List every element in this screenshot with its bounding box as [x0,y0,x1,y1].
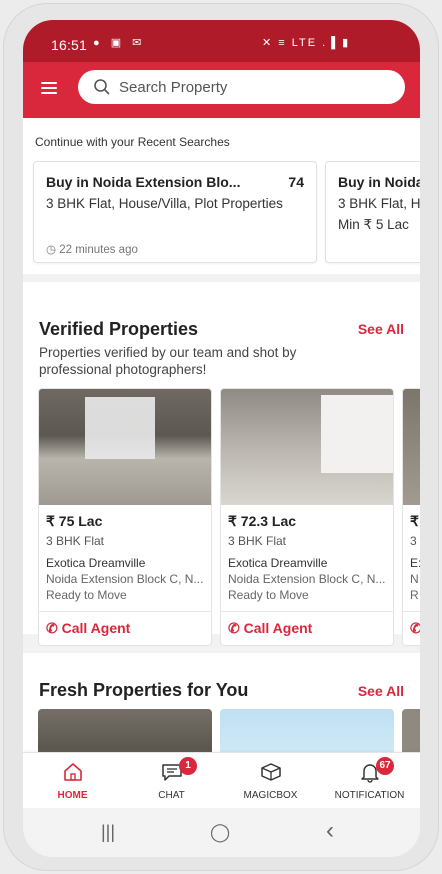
status-time: 16:51 [51,37,88,53]
recent-search-min-price: Min ₹ 5 Lac [338,217,409,232]
property-price: ₹ [410,513,419,529]
property-price: ₹ 75 Lac [46,513,103,529]
clock-icon: ◷ [46,244,60,256]
property-type: 3 BHK Flat [46,534,105,548]
nav-notification[interactable]: 67 NOTIFICATION [320,753,419,809]
property-status: Ready to Move [228,588,309,602]
nav-magicbox[interactable]: MAGICBOX [221,753,320,809]
recent-search-type: 3 BHK Flat, H [338,196,420,211]
property-image [39,389,211,505]
recent-search-type: 3 BHK Flat, House/Villa, Plot Properties [46,196,283,211]
magicbox-icon [260,763,281,781]
verified-properties-section: Verified Properties See All Properties v… [23,282,420,646]
phone-icon[interactable]: ✆ [410,620,420,637]
home-button[interactable]: ◯ [210,822,230,843]
property-project: Exotica Dreamville [46,556,146,570]
property-image [403,389,420,505]
recent-search-count: 74 [288,174,304,190]
phone-icon: ✆ [46,620,62,636]
recent-search-time: ◷ 22 minutes ago [46,244,138,256]
property-project: Exotica Dreamville [228,556,328,570]
notification-badge: 67 [376,757,394,775]
app-screen: 16:51 ● ▣ ✉ ✕ ≡ LTE .▐ ▮ Search Property… [23,20,420,857]
status-bar: 16:51 ● ▣ ✉ ✕ ≡ LTE .▐ ▮ [23,20,420,62]
recent-searches-title: Continue with your Recent Searches [35,135,230,149]
notification-icons: ● ▣ ✉ [93,37,146,49]
nav-label: NOTIFICATION [334,790,405,801]
property-status: Ready to Move [46,588,127,602]
call-agent-button[interactable]: ✆ Call Agent [46,620,130,637]
section-title: Verified Properties [39,319,199,339]
recent-search-card[interactable]: Buy in Noida 3 BHK Flat, H Min ₹ 5 Lac [325,161,420,263]
see-all-verified-link[interactable]: See All [358,321,404,337]
home-icon [63,763,82,781]
recent-search-name: Buy in Noida Extension Blo... [46,174,241,190]
call-agent-button[interactable]: ✆ Call Agent [228,620,312,637]
search-placeholder: Search Property [119,78,228,96]
chat-badge: 1 [179,757,197,775]
card-divider [221,611,393,612]
property-type: 3 [410,534,417,548]
property-location: Noida Extension Block C, N... [46,572,204,586]
menu-icon[interactable] [41,82,57,96]
card-divider [39,611,211,612]
property-card[interactable]: ₹ 3 E: N R ✆ [402,388,420,646]
signal-battery-icons: ✕ ≡ LTE .▐ ▮ [262,37,351,49]
recent-search-name: Buy in Noida [338,174,420,190]
property-card[interactable]: ₹ 75 Lac 3 BHK Flat Exotica Dreamville N… [38,388,212,646]
recent-search-card[interactable]: Buy in Noida Extension Blo... 74 3 BHK F… [33,161,317,263]
property-price: ₹ 72.3 Lac [228,513,297,529]
property-image [221,389,393,505]
recents-button[interactable]: ||| [101,822,115,843]
phone-frame: 16:51 ● ▣ ✉ ✕ ≡ LTE .▐ ▮ Search Property… [3,3,439,871]
see-all-fresh-link[interactable]: See All [358,683,404,699]
back-button[interactable]: ‹ [326,817,334,845]
phone-icon: ✆ [228,620,244,636]
section-subtitle: Properties verified by our team and shot… [39,345,297,377]
property-location: N [410,572,419,586]
property-status: R [410,588,419,602]
search-input[interactable]: Search Property [78,70,405,104]
nav-label: CHAT [158,790,185,801]
nav-chat[interactable]: 1 CHAT [122,753,221,809]
property-location: Noida Extension Block C, N... [228,572,386,586]
app-header: Search Property [23,62,420,118]
nav-label: HOME [57,790,88,801]
property-card[interactable]: ₹ 72.3 Lac 3 BHK Flat Exotica Dreamville… [220,388,394,646]
nav-home[interactable]: HOME [23,753,122,809]
property-type: 3 BHK Flat [228,534,287,548]
bottom-navigation: HOME 1 CHAT MAGICBOX 67 NOTIFICATION [23,752,420,808]
section-title: Fresh Properties for You [39,680,249,700]
property-project: E: [410,556,420,570]
recent-searches-section: Continue with your Recent Searches Buy i… [23,118,420,274]
card-divider [403,611,420,612]
system-navigation-bar: ||| ◯ ‹ [23,808,420,857]
search-icon [94,79,110,95]
nav-label: MAGICBOX [243,790,298,801]
